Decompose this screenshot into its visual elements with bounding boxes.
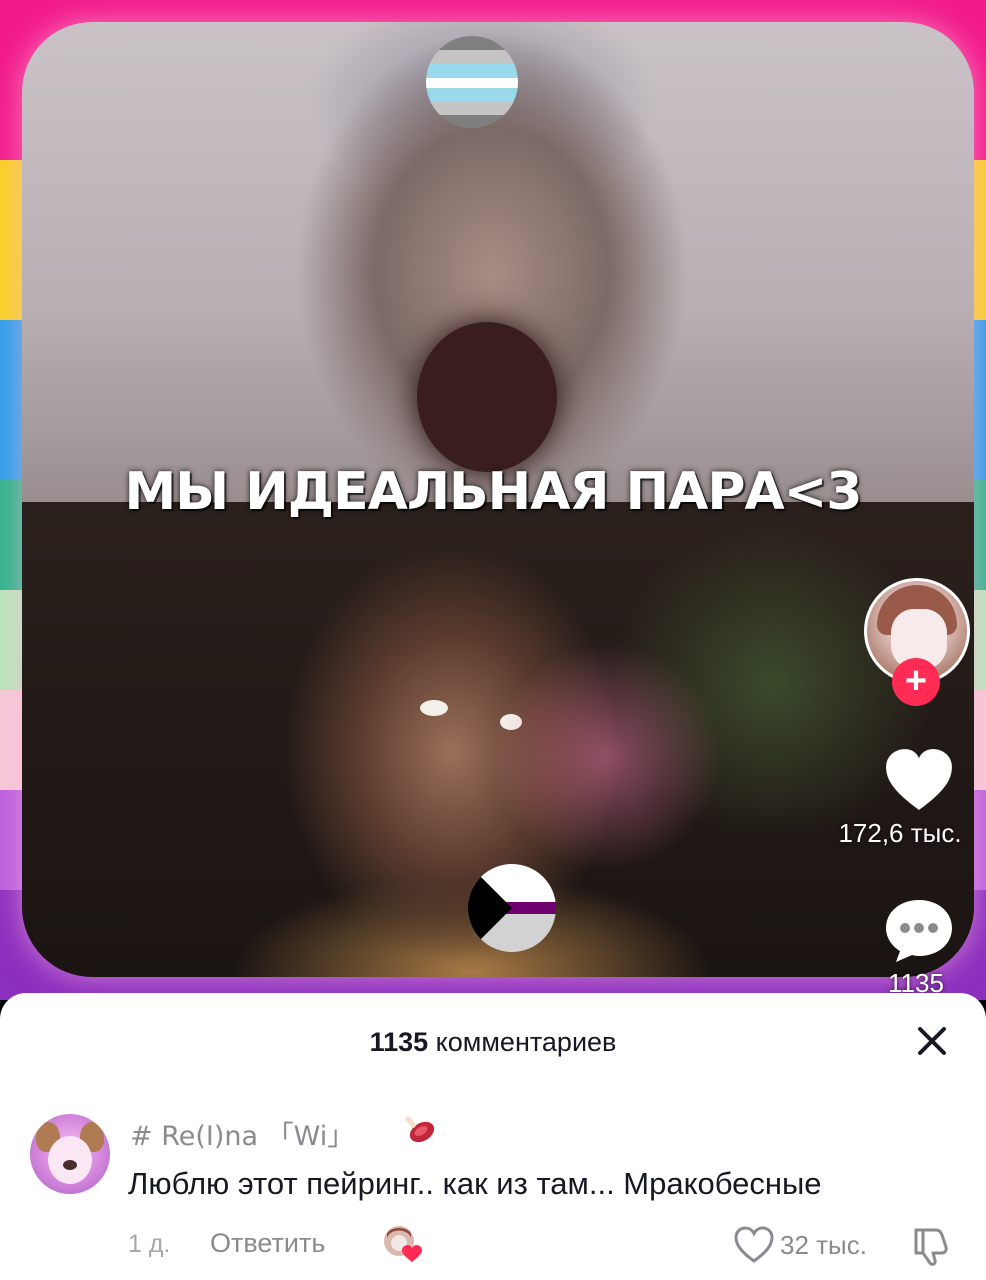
- creator-liked-icon: [384, 1226, 422, 1262]
- video-caption-overlay: МЫ ИДЕАЛЬНАЯ ПАРА<3: [124, 462, 863, 522]
- pink-glow: [492, 642, 722, 872]
- demisexual-flag-icon: [468, 864, 556, 952]
- meat-icon: [405, 1116, 435, 1143]
- video-player[interactable]: МЫ ИДЕАЛЬНАЯ ПАРА<3: [0, 0, 986, 1000]
- demiboy-flag-icon: [426, 36, 518, 128]
- comments-title: 1135 комментариев: [0, 1027, 986, 1058]
- reply-button[interactable]: Ответить: [210, 1228, 325, 1259]
- comment-like-count: 32 тыс.: [780, 1230, 867, 1260]
- comment-bubble-icon[interactable]: [884, 898, 954, 964]
- comment-username[interactable]: # Re(I)na 「Wi」: [130, 1114, 354, 1153]
- comment-time: 1 д.: [128, 1230, 171, 1258]
- commenter-avatar[interactable]: [30, 1114, 110, 1194]
- thumbs-down-icon[interactable]: [908, 1224, 952, 1268]
- comments-title-suffix: комментариев: [435, 1027, 617, 1057]
- comment-text: Люблю этот пейринг.. как из там... Мрако…: [128, 1166, 822, 1201]
- heart-icon[interactable]: [884, 748, 954, 812]
- follow-plus-icon[interactable]: +: [892, 658, 940, 706]
- comments-count: 1135: [369, 1027, 429, 1057]
- avatar-nose: [63, 1160, 77, 1170]
- like-count: 172,6 тыс.: [838, 818, 962, 848]
- close-icon[interactable]: [910, 1019, 954, 1063]
- eye: [420, 700, 448, 716]
- open-mouth: [417, 322, 557, 472]
- heart-outline-icon[interactable]: [734, 1226, 774, 1264]
